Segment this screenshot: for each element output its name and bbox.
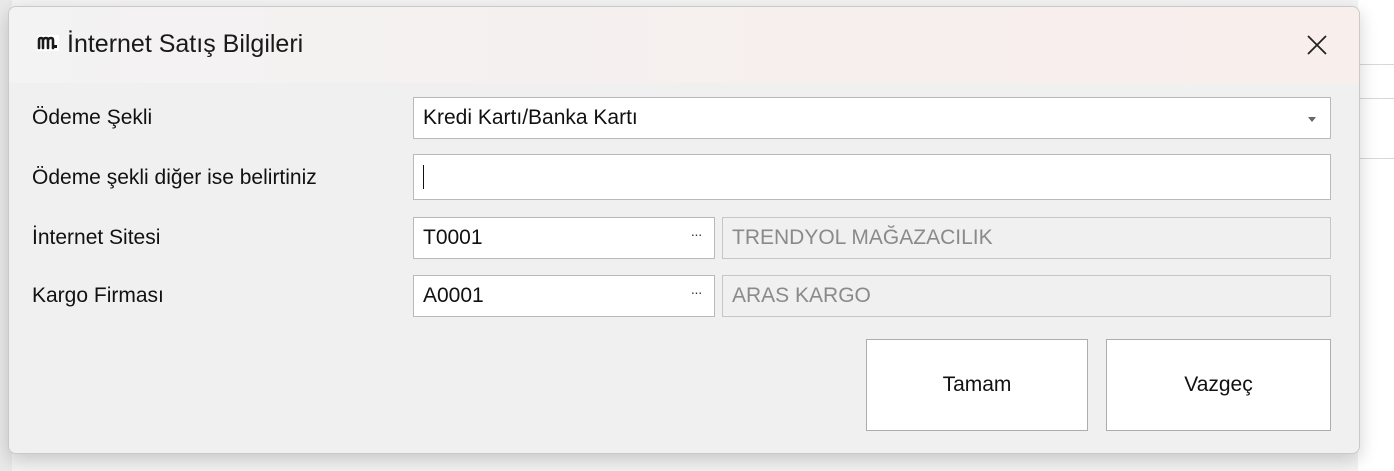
website-code-value: T0001 [423,226,483,249]
close-button[interactable] [1297,25,1337,65]
background-divider [1358,158,1394,159]
cargo-lookup-button[interactable]: ··· [686,282,706,302]
dialog-title: İnternet Satış Bilgileri [67,30,304,58]
payment-method-value: Kredi Kartı/Banka Kartı [423,106,638,129]
cargo-code-input[interactable]: A0001 ··· [413,275,715,317]
close-icon [1307,35,1327,55]
website-label: İnternet Sitesi [32,226,161,249]
payment-method-label: Ödeme Şekli [32,106,153,129]
ok-button[interactable]: Tamam [866,339,1088,431]
logo-m-icon [37,35,59,51]
website-name-value: TRENDYOL MAĞAZACILIK [732,226,993,249]
cargo-label: Kargo Firması [32,284,164,307]
internet-sales-info-dialog: İnternet Satış Bilgileri Ödeme Şekli Kre… [8,6,1360,454]
background-divider [1358,98,1394,99]
payment-method-select[interactable]: Kredi Kartı/Banka Kartı [413,97,1331,139]
cancel-button[interactable]: Vazgeç [1106,339,1331,431]
title-bar[interactable]: İnternet Satış Bilgileri [9,7,1359,83]
payment-other-input[interactable] [413,154,1331,200]
background-window-strip [1358,0,1394,471]
payment-other-label: Ödeme şekli diğer ise belirtiniz [32,166,317,189]
chevron-down-icon[interactable] [1308,117,1316,122]
form-area: Ödeme Şekli Kredi Kartı/Banka Kartı Ödem… [9,83,1359,453]
cargo-name-field: ARAS KARGO [722,275,1331,317]
text-cursor [423,165,424,189]
website-code-input[interactable]: T0001 ··· [413,217,715,259]
cargo-name-value: ARAS KARGO [732,284,871,307]
website-name-field: TRENDYOL MAĞAZACILIK [722,217,1331,259]
cargo-code-value: A0001 [423,284,484,307]
website-lookup-button[interactable]: ··· [686,224,706,244]
background-divider [1358,64,1394,65]
